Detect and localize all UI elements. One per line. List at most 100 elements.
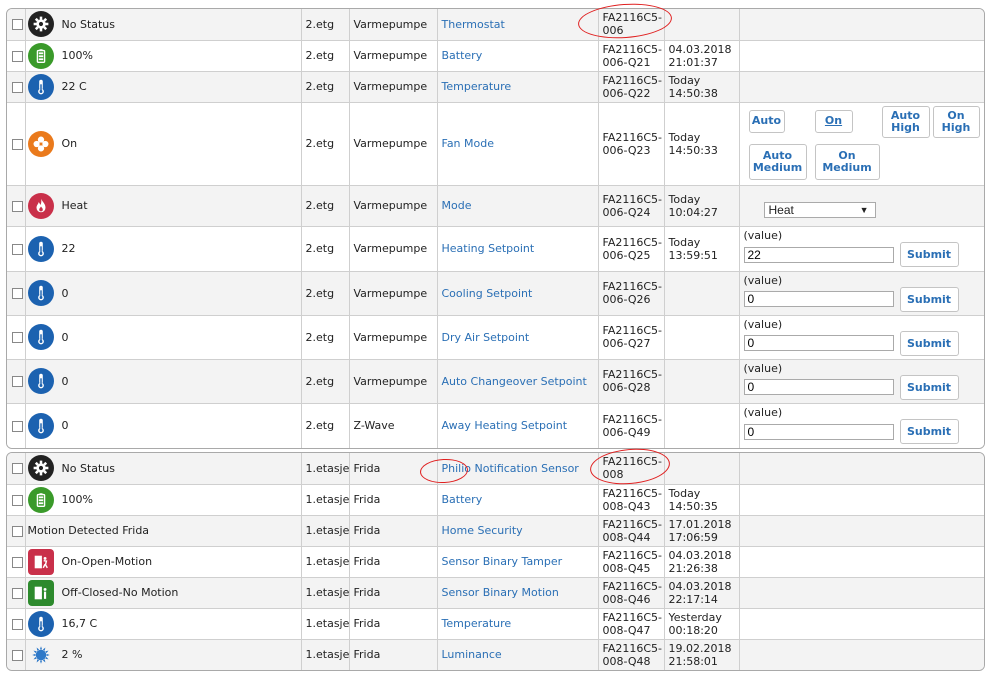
address-cell: FA2116C5-008-Q45 <box>597 545 665 578</box>
time-cell <box>663 314 740 360</box>
row-checkbox[interactable] <box>12 525 23 537</box>
row-checkbox[interactable] <box>12 50 23 62</box>
device-name-link[interactable]: Battery <box>442 493 483 506</box>
device-name-cell: Mode <box>436 184 599 227</box>
device-address: FA2116C5-008-Q47 <box>602 610 663 637</box>
table-row: 0 2.etg Z-Wave Away Heating Setpoint FA2116C… <box>7 402 984 448</box>
device-name-link[interactable]: Home Security <box>442 524 523 537</box>
address-cell: FA2116C5-008 <box>597 453 665 485</box>
fan-mode-on-button[interactable]: On <box>814 109 853 133</box>
device-name-cell: Luminance <box>436 638 599 670</box>
row-checkbox[interactable] <box>12 200 23 212</box>
address-cell: FA2116C5-008-Q47 <box>597 607 665 640</box>
status-cell: 22 C <box>24 70 302 103</box>
time-cell: 04.03.2018 22:17:14 <box>663 576 740 609</box>
value-input[interactable] <box>743 291 894 307</box>
chevron-down-icon: ▼ <box>859 204 869 215</box>
device-name-link[interactable]: Philio Notification Sensor <box>442 462 579 475</box>
table-row: 0 2.etg Varmepumpe Auto Changeover Setpoint… <box>7 358 984 404</box>
floor-cell: 2.etg <box>300 101 350 186</box>
submit-button[interactable]: Submit <box>899 286 959 312</box>
row-checkbox[interactable] <box>12 420 23 432</box>
floor-cell: 2.etg <box>300 314 350 360</box>
last-update-time: 04.03.2018 21:26:38 <box>668 548 732 575</box>
device-status: 16,7 C <box>61 617 98 630</box>
device-name-link[interactable]: Luminance <box>442 648 502 661</box>
table-row: On 2.etg Varmepumpe Fan Mode FA2116C5-006-Q2… <box>7 101 984 186</box>
device-name-cell: Auto Changeover Setpoint <box>436 358 599 404</box>
fan-mode-on-medium-button[interactable]: On Medium <box>814 143 880 180</box>
time-cell: Today 13:59:51 <box>663 225 740 272</box>
fan-mode-auto-medium-button[interactable]: Auto Medium <box>748 143 807 180</box>
device-name-link[interactable]: Thermostat <box>442 18 505 31</box>
device-status: 2 % <box>61 648 83 662</box>
device-name-link[interactable]: Mode <box>442 199 472 212</box>
status-cell: Off-Closed-No Motion <box>24 576 302 609</box>
value-input[interactable] <box>743 335 894 351</box>
row-checkbox[interactable] <box>12 494 23 506</box>
room-cell: Varmepumpe <box>348 358 438 404</box>
row-checkbox[interactable] <box>12 138 23 150</box>
device-status: 100% <box>61 49 93 62</box>
device-address: FA2116C5-006-Q23 <box>602 130 663 157</box>
flame-icon <box>27 192 54 219</box>
fan-mode-on-high-button[interactable]: On High <box>932 105 980 138</box>
device-name-link[interactable]: Cooling Setpoint <box>442 287 533 300</box>
device-name-link[interactable]: Sensor Binary Motion <box>442 586 559 599</box>
value-input[interactable] <box>743 246 894 263</box>
device-name-link[interactable]: Battery <box>442 49 483 62</box>
device-address: FA2116C5-006-Q27 <box>602 324 663 350</box>
device-name-link[interactable]: Temperature <box>442 617 512 630</box>
value-label: (value) <box>743 273 783 287</box>
value-input[interactable] <box>743 423 894 440</box>
device-name-link[interactable]: Sensor Binary Tamper <box>442 555 563 568</box>
mode-select[interactable]: Heat ▼ <box>763 201 876 218</box>
row-checkbox[interactable] <box>12 288 23 299</box>
table-row: 0 2.etg Varmepumpe Cooling Setpoint FA2116C5… <box>7 270 984 316</box>
value-label: (value) <box>743 406 783 420</box>
device-status: Off-Closed-No Motion <box>61 586 179 599</box>
row-checkbox[interactable] <box>12 618 23 630</box>
time-cell: Yesterday 00:18:20 <box>663 607 740 640</box>
thermometer-icon <box>27 235 54 262</box>
device-address: FA2116C5-008-Q43 <box>602 486 663 513</box>
device-group-notification-sensor: No Status 1.etasje Frida Philio Notificatio… <box>6 452 985 671</box>
address-cell: FA2116C5-006-Q27 <box>597 314 665 360</box>
value-input[interactable] <box>743 379 894 395</box>
row-select-cell <box>7 101 26 186</box>
row-checkbox[interactable] <box>12 81 23 93</box>
row-checkbox[interactable] <box>12 19 23 31</box>
device-name-link[interactable]: Auto Changeover Setpoint <box>442 375 587 388</box>
thermometer-icon <box>27 324 54 350</box>
row-checkbox[interactable] <box>12 376 23 387</box>
fan-mode-auto-button[interactable]: Auto <box>748 109 785 133</box>
row-checkbox[interactable] <box>12 463 23 475</box>
device-name-link[interactable]: Away Heating Setpoint <box>442 419 568 432</box>
row-checkbox[interactable] <box>12 332 23 343</box>
row-select-cell <box>7 358 26 404</box>
row-checkbox[interactable] <box>12 243 23 255</box>
submit-button[interactable]: Submit <box>899 330 959 356</box>
device-name-link[interactable]: Dry Air Setpoint <box>442 331 530 344</box>
floor-cell: 2.etg <box>300 270 350 316</box>
row-checkbox[interactable] <box>12 556 23 568</box>
row-checkbox[interactable] <box>12 587 23 599</box>
row-checkbox[interactable] <box>12 649 23 661</box>
device-name-link[interactable]: Temperature <box>442 80 512 93</box>
device-address: FA2116C5-008-Q46 <box>602 579 663 606</box>
address-cell: FA2116C5-006-Q26 <box>597 270 665 316</box>
submit-button[interactable]: Submit <box>899 419 959 445</box>
action-cell: (value) Submit <box>738 270 984 316</box>
time-cell <box>663 453 740 485</box>
row-select-cell <box>7 607 26 640</box>
fan-mode-buttons: Auto On Auto High On High Auto Medium On Medi… <box>744 103 981 184</box>
device-address: FA2116C5-006 <box>602 11 663 38</box>
device-name-link[interactable]: Heating Setpoint <box>442 242 535 255</box>
submit-button[interactable]: Submit <box>899 242 959 267</box>
address-cell: FA2116C5-008-Q44 <box>597 514 665 547</box>
device-name-link[interactable]: Fan Mode <box>442 137 495 150</box>
status-cell: 0 <box>24 270 302 316</box>
submit-button[interactable]: Submit <box>899 374 959 400</box>
fan-mode-auto-high-button[interactable]: Auto High <box>881 105 930 138</box>
device-address: FA2116C5-006-Q25 <box>602 235 663 262</box>
